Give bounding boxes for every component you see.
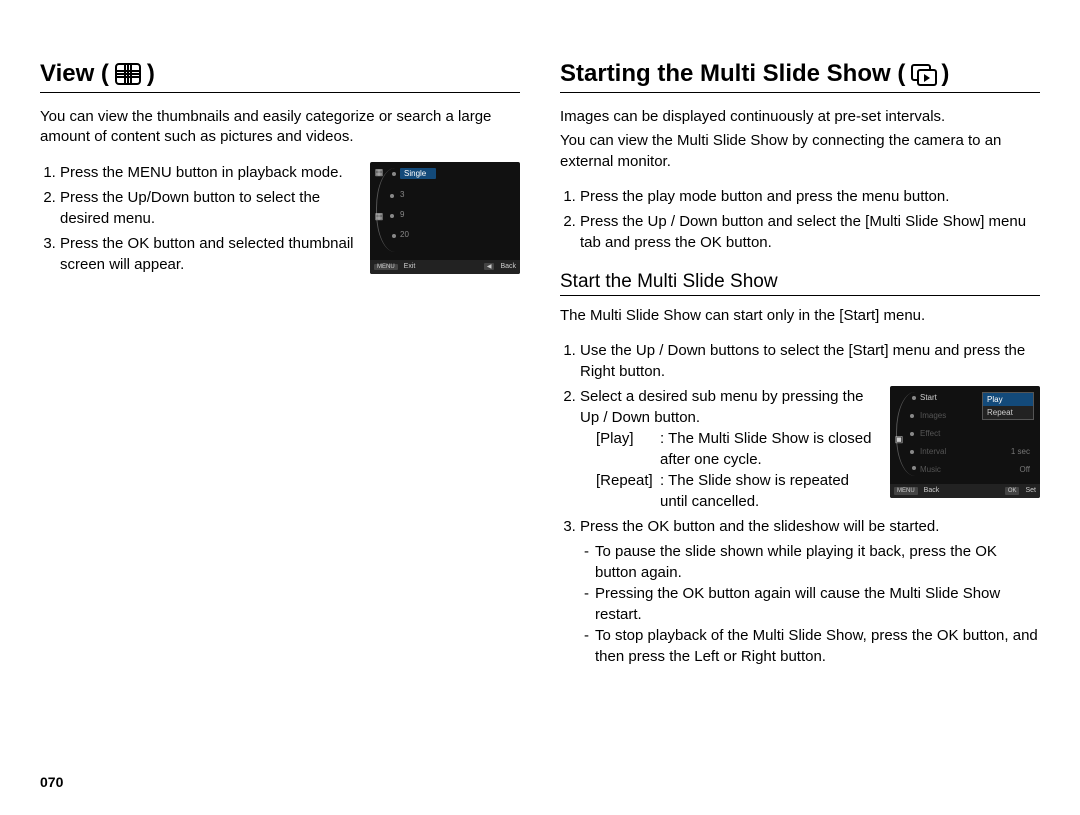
- camera-footer-2: MENU Back OK Set: [890, 484, 1040, 498]
- start-step-2-text: Select a desired sub menu by pressing th…: [580, 388, 864, 426]
- view-heading-text: View (: [40, 60, 109, 88]
- slideshow-intro-2: You can view the Multi Slide Show by con…: [560, 131, 1040, 172]
- thumb-icon: ▦: [372, 168, 386, 178]
- step3-notes: -To pause the slide shown while playing …: [580, 541, 1040, 667]
- left-column: View ( ) You can view the thumbnails and…: [40, 60, 520, 795]
- start-step-3-text: Press the OK button and the slideshow wi…: [580, 518, 939, 535]
- camera-footer: MENU Exit ◀ Back: [370, 260, 520, 274]
- heading-rule: [40, 92, 520, 93]
- view-step-1: Press the MENU button in playback mode.: [60, 162, 354, 183]
- slideshow-heading-end: ): [941, 60, 949, 88]
- view-steps: Press the MENU button in playback mode. …: [40, 162, 354, 279]
- menu-music: Music: [920, 464, 941, 475]
- footer-menu-tag: MENU: [374, 264, 398, 270]
- footer-back-tag: ◀: [484, 263, 495, 270]
- submenu: Play Repeat: [982, 392, 1034, 420]
- play-def: : The Multi Slide Show is closed after o…: [660, 428, 874, 470]
- note-1: To pause the slide shown while playing i…: [595, 541, 1040, 583]
- start-step-3: Press the OK button and the slideshow wi…: [580, 516, 1040, 667]
- manual-page: View ( ) You can view the thumbnails and…: [0, 0, 1080, 815]
- start-intro: The Multi Slide Show can start only in t…: [560, 306, 1040, 326]
- footer2-ok-tag: OK: [1005, 487, 1020, 495]
- menu-interval: Interval: [920, 446, 946, 457]
- heading-rule-right: [560, 92, 1040, 93]
- view-steps-row: Press the MENU button in playback mode. …: [40, 162, 520, 279]
- play-icon: ▣: [892, 434, 906, 444]
- view-step-3: Press the OK button and selected thumbna…: [60, 233, 354, 275]
- submenu-play: Play: [983, 393, 1033, 406]
- slideshow-intro-steps: Press the play mode button and press the…: [560, 186, 1040, 253]
- menu-start: Start: [920, 392, 937, 403]
- grid-small-icon: ▦: [372, 212, 386, 222]
- footer-exit-label: Exit: [404, 263, 416, 270]
- step2-row: Select a desired sub menu by pressing th…: [580, 386, 1040, 512]
- menu-item-3: 3: [400, 190, 404, 199]
- note-2: Pressing the OK button again will cause …: [595, 583, 1040, 625]
- menu-item-9: 9: [400, 210, 404, 219]
- view-heading: View ( ): [40, 60, 520, 88]
- repeat-def: : The Slide show is repeated until cance…: [660, 470, 874, 512]
- page-number: 070: [40, 774, 63, 790]
- grid-icon: [115, 63, 141, 85]
- menu-effect: Effect: [920, 428, 940, 439]
- play-term: [Play]: [596, 428, 656, 470]
- repeat-term: [Repeat]: [596, 470, 656, 512]
- view-step-2: Press the Up/Down button to select the d…: [60, 187, 354, 229]
- slideshow-icon: [911, 64, 935, 84]
- slideshow-intro-step-2: Press the Up / Down button and select th…: [580, 211, 1040, 253]
- right-column: Starting the Multi Slide Show ( ) Images…: [560, 60, 1040, 795]
- submenu-repeat: Repeat: [983, 406, 1033, 419]
- start-step-1: Use the Up / Down buttons to select the …: [580, 340, 1040, 382]
- footer2-menu-tag: MENU: [894, 487, 918, 495]
- footer2-back-label: Back: [924, 486, 940, 496]
- sub-rule: [560, 295, 1040, 296]
- slideshow-heading-text: Starting the Multi Slide Show (: [560, 60, 905, 88]
- start-steps: Use the Up / Down buttons to select the …: [560, 340, 1040, 667]
- value-music: Off: [1019, 464, 1030, 475]
- view-intro: You can view the thumbnails and easily c…: [40, 107, 520, 148]
- menu-item-single: Single: [400, 168, 436, 179]
- slideshow-intro-1: Images can be displayed continuously at …: [560, 107, 1040, 127]
- view-heading-end: ): [147, 60, 155, 88]
- menu-images: Images: [920, 410, 946, 421]
- slideshow-heading: Starting the Multi Slide Show ( ): [560, 60, 1040, 88]
- camera-screen-slideshow: ▣ Start Images Effect Interval Music 1 s…: [890, 386, 1040, 498]
- slideshow-intro-step-1: Press the play mode button and press the…: [580, 186, 1040, 207]
- start-subheading: Start the Multi Slide Show: [560, 271, 1040, 293]
- menu-item-20: 20: [400, 230, 409, 239]
- camera-screen-view: ▦ ▦ Single 3 9 20 MENU Exit ◀ Back: [370, 162, 520, 274]
- value-interval: 1 sec: [1011, 446, 1030, 457]
- footer-back-label: Back: [500, 263, 516, 270]
- play-repeat-defs: [Play] : The Multi Slide Show is closed …: [596, 428, 874, 512]
- footer2-set-label: Set: [1025, 486, 1036, 496]
- start-step-2: Select a desired sub menu by pressing th…: [580, 386, 1040, 512]
- note-3: To stop playback of the Multi Slide Show…: [595, 625, 1040, 667]
